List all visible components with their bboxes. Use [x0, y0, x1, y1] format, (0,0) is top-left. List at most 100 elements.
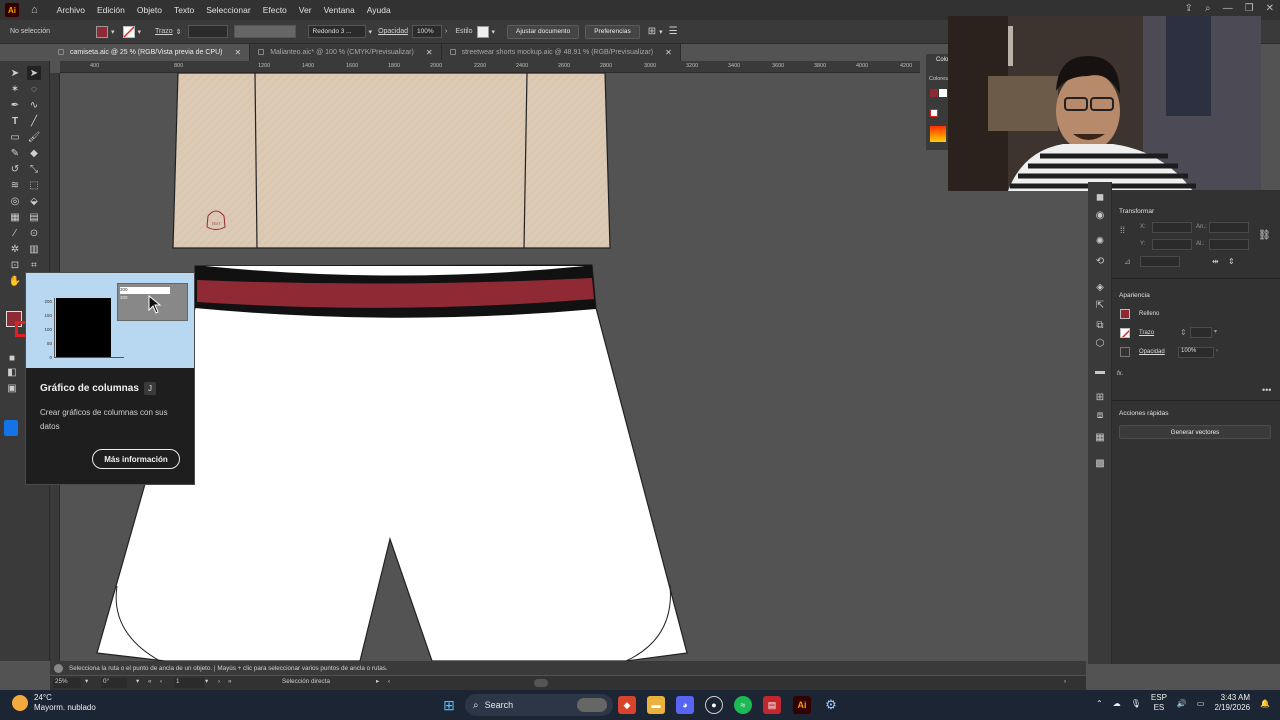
share-button-icon[interactable]: [4, 420, 18, 436]
last-artboard-icon[interactable]: »: [228, 678, 232, 685]
hand-tool-icon[interactable]: ✋: [8, 274, 22, 288]
selection-tool-icon[interactable]: ➤: [8, 66, 22, 80]
stroke-label[interactable]: Trazo: [1139, 330, 1154, 336]
github-icon[interactable]: ●: [705, 696, 723, 714]
comments-icon[interactable]: ▬: [1093, 364, 1107, 378]
first-artboard-icon[interactable]: «: [148, 678, 152, 685]
rotate-icon[interactable]: ⊿: [1124, 257, 1131, 266]
artboard-field[interactable]: 1: [174, 678, 204, 688]
chevron-up-icon[interactable]: ⌃: [1096, 699, 1103, 708]
reference-point-icon[interactable]: ⁞⁞: [1120, 225, 1132, 237]
language-indicator[interactable]: ESP ES: [1151, 693, 1167, 713]
free-transform-icon[interactable]: ⬚: [27, 178, 41, 192]
scroll-right-icon[interactable]: ›: [1064, 678, 1066, 685]
chevron-down-icon[interactable]: ▾: [111, 28, 115, 36]
rotation-field[interactable]: [1140, 256, 1180, 267]
y-field[interactable]: [1152, 239, 1192, 250]
share-icon[interactable]: ⇪: [1185, 3, 1193, 14]
scale-tool-icon[interactable]: ⤡: [27, 162, 41, 176]
zoom-field[interactable]: 25%: [53, 678, 81, 688]
file-explorer-icon[interactable]: ▬: [647, 696, 665, 714]
opacity-field[interactable]: 100%: [412, 25, 443, 38]
eraser-icon[interactable]: ◆: [27, 146, 41, 160]
menu-ayuda[interactable]: Ayuda: [362, 5, 398, 15]
rectangle-tool-icon[interactable]: ▭: [8, 130, 22, 144]
stepper-icon[interactable]: ⇕: [176, 28, 182, 36]
scroll-left-icon[interactable]: ‹: [388, 678, 390, 685]
restore-icon[interactable]: ❐: [1245, 3, 1254, 14]
layers-icon[interactable]: ◈: [1093, 280, 1107, 294]
chevron-right-icon[interactable]: ›: [1216, 348, 1218, 354]
chevron-down-icon[interactable]: ▾: [369, 28, 373, 36]
start-icon[interactable]: ⊞: [440, 696, 458, 714]
width-field[interactable]: [1209, 222, 1249, 233]
swatch[interactable]: [939, 89, 947, 97]
eyedropper-icon[interactable]: ⁄: [8, 226, 22, 240]
home-icon[interactable]: ⌂: [31, 4, 38, 16]
3d-icon[interactable]: ⬡: [1093, 336, 1107, 350]
variable-width-field[interactable]: [233, 25, 296, 38]
tab-camiseta[interactable]: camiseta.aic @ 25 % (RGB/Vista previa de…: [50, 44, 251, 61]
swatch-none[interactable]: [930, 109, 938, 117]
menu-ventana[interactable]: Ventana: [319, 5, 362, 15]
stroke-weight-field[interactable]: [187, 25, 228, 38]
fill-swatch[interactable]: [1120, 309, 1130, 319]
slice-tool-icon[interactable]: ⌗: [27, 258, 41, 272]
stroke-weight-field[interactable]: [1190, 327, 1212, 338]
adjust-document-button[interactable]: Ajustar documento: [507, 24, 580, 39]
horizontal-scrollbar-thumb[interactable]: [534, 679, 548, 687]
column-graph-tool-icon[interactable]: ▥: [27, 242, 41, 256]
lasso-icon[interactable]: ◌: [27, 82, 41, 96]
direct-selection-tool-icon[interactable]: ➤: [27, 66, 41, 80]
app-icon[interactable]: ▤: [763, 696, 781, 714]
transform-icon[interactable]: ⟲: [1093, 254, 1107, 268]
stroke-swatch[interactable]: [1120, 328, 1130, 338]
close-tab-icon[interactable]: ✕: [234, 48, 241, 57]
preferences-button[interactable]: Preferencias: [585, 24, 640, 39]
menu-efecto[interactable]: Efecto: [258, 5, 294, 15]
chevron-down-icon[interactable]: ▾: [136, 678, 139, 685]
tab-malianteo[interactable]: Malianteo.aic* @ 100 % (CMYK/Previsualiz…: [250, 44, 442, 61]
height-field[interactable]: [1209, 239, 1249, 250]
curvature-tool-icon[interactable]: ∿: [27, 98, 41, 112]
chevron-down-icon[interactable]: ▾: [138, 28, 142, 36]
color-mode-icon[interactable]: ■: [5, 351, 19, 365]
gradient-tool-icon[interactable]: ▤: [27, 210, 41, 224]
x-field[interactable]: [1152, 222, 1192, 233]
appearance-icon[interactable]: ✺: [1093, 234, 1107, 248]
color-spectrum[interactable]: [930, 126, 946, 142]
symbol-sprayer-icon[interactable]: ✲: [8, 242, 22, 256]
rotation-field[interactable]: 0°: [101, 678, 127, 688]
notifications-icon[interactable]: 🔔: [1260, 699, 1270, 708]
effects-label[interactable]: fx.: [1117, 371, 1123, 377]
illustrator-taskbar-icon[interactable]: Ai: [793, 696, 811, 714]
stepper-icon[interactable]: ⇕: [1180, 328, 1187, 337]
opacity-label[interactable]: Opacidad: [378, 28, 408, 35]
generate-vectors-button[interactable]: Generar vectores: [1119, 425, 1271, 439]
flip-horizontal-icon[interactable]: ⇹: [1212, 257, 1219, 266]
artboard-canvas[interactable]: TEXT: [60, 73, 1076, 661]
properties-icon[interactable]: ◼: [1093, 190, 1107, 204]
stroke-swatch[interactable]: [122, 25, 135, 38]
close-tab-icon[interactable]: ✕: [665, 48, 672, 57]
menu-texto[interactable]: Texto: [169, 5, 201, 15]
libraries-icon[interactable]: ◉: [1093, 208, 1107, 222]
link-icon[interactable]: ⛓: [1258, 230, 1271, 241]
export-icon[interactable]: ⇱: [1093, 298, 1107, 312]
chevron-down-icon[interactable]: ▾: [85, 678, 88, 685]
settings-icon[interactable]: ⚙: [822, 696, 840, 714]
chevron-down-icon[interactable]: ▾: [492, 28, 496, 36]
previous-artboard-icon[interactable]: ‹: [160, 678, 162, 685]
shaper-tool-icon[interactable]: ✎: [8, 146, 22, 160]
magic-wand-icon[interactable]: ✶: [8, 82, 22, 96]
live-paint-icon[interactable]: ⬙: [27, 194, 41, 208]
align-icon[interactable]: ⊞: [648, 26, 656, 37]
chevron-down-icon[interactable]: ▾: [205, 678, 208, 685]
next-artboard-icon[interactable]: ›: [218, 678, 220, 685]
brave-browser-icon[interactable]: ◆: [618, 696, 636, 714]
menu-edicion[interactable]: Edición: [92, 5, 132, 15]
spotify-icon[interactable]: ≈: [734, 696, 752, 714]
align-panel-icon[interactable]: ⊞: [1093, 390, 1107, 404]
chevron-down-icon[interactable]: ▾: [1214, 328, 1217, 335]
pen-tool-icon[interactable]: ✒: [8, 98, 22, 112]
